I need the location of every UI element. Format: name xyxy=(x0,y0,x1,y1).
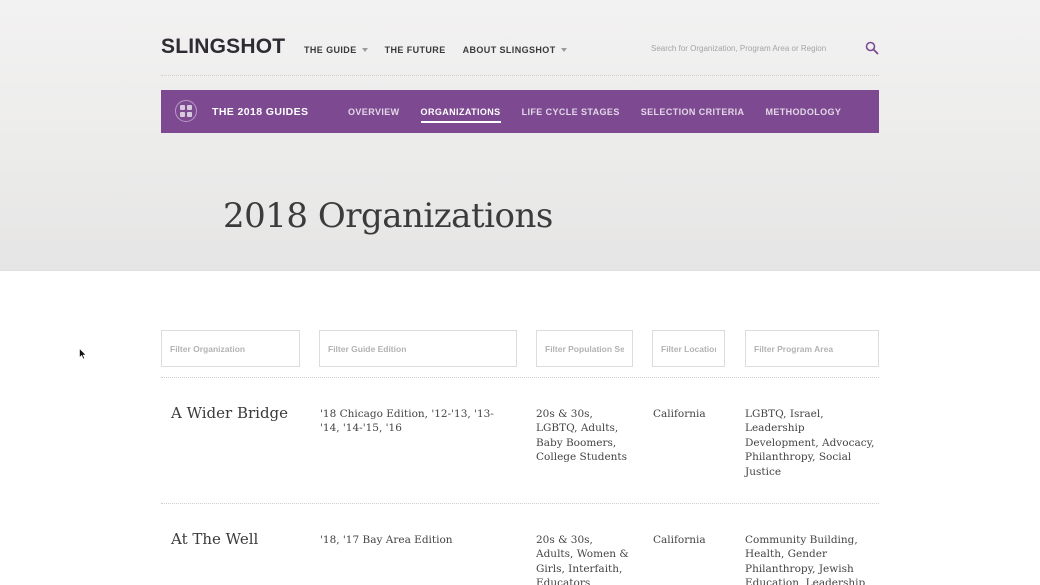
program-area: Community Building, Health, Gender Phila… xyxy=(745,534,866,585)
tab-organizations[interactable]: ORGANIZATIONS xyxy=(420,107,501,123)
table-row: At The Well '18, '17 Bay Area Edition 20… xyxy=(161,530,879,585)
divider xyxy=(161,503,879,504)
tab-life-cycle-stages[interactable]: LIFE CYCLE STAGES xyxy=(522,107,620,123)
grid-icon[interactable] xyxy=(175,100,197,122)
organization-name[interactable]: A Wider Bridge xyxy=(171,404,288,422)
tab-overview[interactable]: OVERVIEW xyxy=(348,107,400,123)
guide-edition: '18 Chicago Edition, '12-'13, '13-'14, '… xyxy=(320,408,494,435)
filter-population-input[interactable] xyxy=(536,330,633,367)
divider xyxy=(161,377,879,378)
table-row: A Wider Bridge '18 Chicago Edition, '12-… xyxy=(161,404,879,499)
guides-subnav: OVERVIEW ORGANIZATIONS LIFE CYCLE STAGES… xyxy=(348,107,862,123)
chevron-down-icon xyxy=(560,48,567,52)
filter-guide-edition-input[interactable] xyxy=(319,330,517,367)
nav-the-guide[interactable]: THE GUIDE xyxy=(304,45,368,55)
population-served: 20s & 30s, Adults, Women & Girls, Interf… xyxy=(536,534,629,585)
mouse-cursor-icon xyxy=(79,348,87,360)
nav-the-future[interactable]: THE FUTURE xyxy=(385,45,446,55)
page-title: 2018 Organizations xyxy=(223,196,553,236)
population-served: 20s & 30s, LGBTQ, Adults, Baby Boomers, … xyxy=(536,408,628,464)
slingshot-logo[interactable]: SLINGSHOT xyxy=(161,35,285,59)
top-header: SLINGSHOT THE GUIDE THE FUTURE ABOUT SLI… xyxy=(161,0,879,76)
location: California xyxy=(653,534,706,546)
tab-methodology[interactable]: METHODOLOGY xyxy=(765,107,841,123)
filter-location-input[interactable] xyxy=(652,330,725,367)
location: California xyxy=(653,408,706,420)
search-icon[interactable] xyxy=(865,41,879,55)
program-area: LGBTQ, Israel, Leadership Development, A… xyxy=(745,408,875,478)
organization-name[interactable]: At The Well xyxy=(171,530,258,548)
top-nav: THE GUIDE THE FUTURE ABOUT SLINGSHOT xyxy=(304,45,584,55)
guide-edition: '18, '17 Bay Area Edition xyxy=(320,534,453,546)
tab-selection-criteria[interactable]: SELECTION CRITERIA xyxy=(641,107,745,123)
nav-about-slingshot[interactable]: ABOUT SLINGSHOT xyxy=(463,45,567,55)
nav-about-slingshot-label: ABOUT SLINGSHOT xyxy=(462,45,556,55)
filter-organization-input[interactable] xyxy=(161,330,300,367)
chevron-down-icon xyxy=(361,48,368,52)
search-input[interactable] xyxy=(651,40,851,56)
filter-program-area-input[interactable] xyxy=(745,330,879,367)
nav-the-guide-label: THE GUIDE xyxy=(304,45,357,55)
filter-bar xyxy=(161,330,879,367)
guides-title[interactable]: THE 2018 GUIDES xyxy=(212,106,308,118)
guides-bar: THE 2018 GUIDES OVERVIEW ORGANIZATIONS L… xyxy=(161,90,879,133)
nav-the-future-label: THE FUTURE xyxy=(384,45,446,55)
